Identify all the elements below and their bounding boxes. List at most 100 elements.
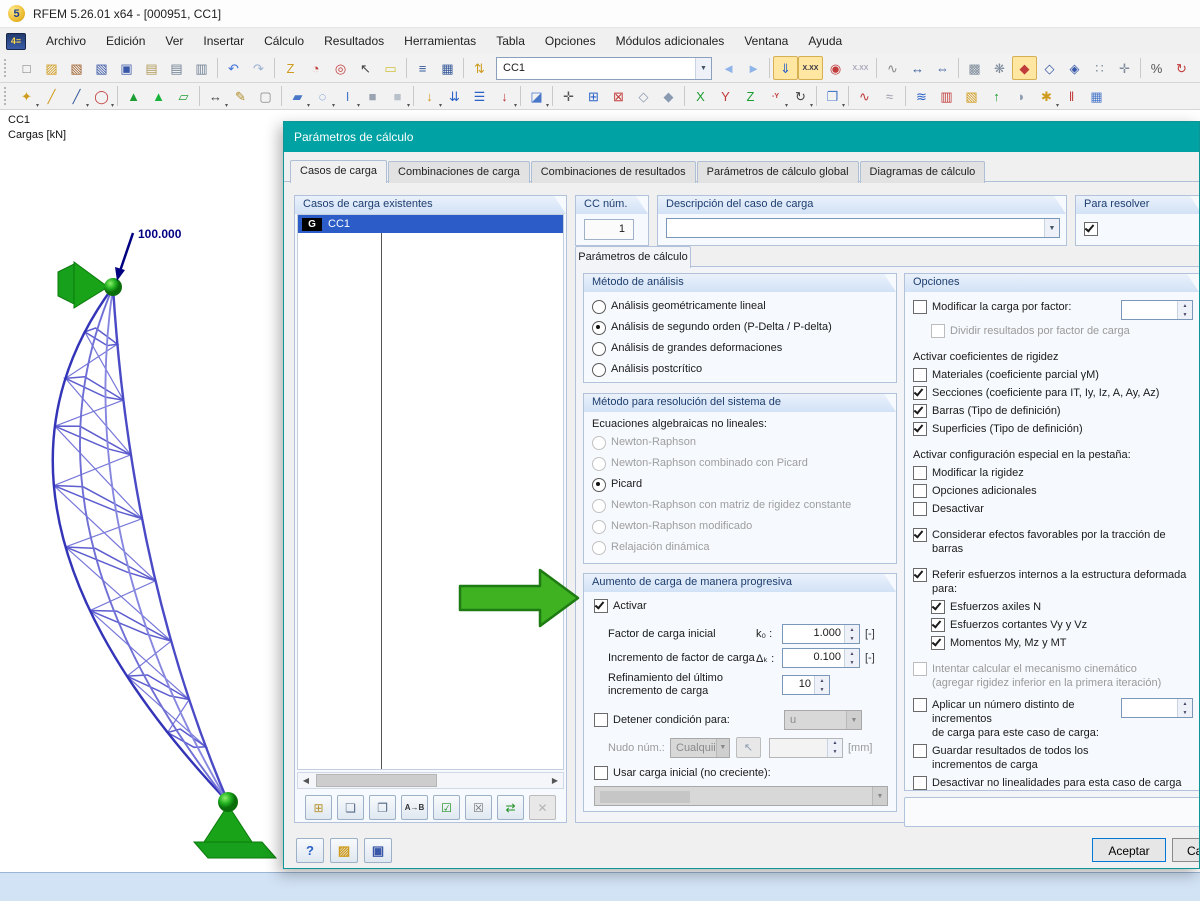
open-model-icon[interactable]: ▨	[39, 56, 64, 80]
select-box-icon[interactable]: ▢	[253, 84, 278, 108]
cc-number-field[interactable]: 1	[584, 219, 634, 240]
deactivate-tab-checkbox[interactable]: Desactivar	[913, 502, 984, 516]
toggle-case-activation-icon[interactable]: ⇄	[497, 795, 524, 820]
new-solid-icon[interactable]: ■	[360, 84, 385, 108]
child-window-icon[interactable]: 4≡	[6, 32, 26, 50]
line-support-icon[interactable]: ▲	[146, 84, 171, 108]
favorable-tension-effects-checkbox[interactable]: Considerar efectos favorables por la tra…	[913, 528, 1193, 556]
tab-casos-de-carga[interactable]: Casos de carga	[290, 160, 388, 183]
work-plane-xz-icon[interactable]: ◈	[1062, 56, 1087, 80]
menu-tabla[interactable]: Tabla	[486, 30, 535, 52]
copy-load-case-to-icon[interactable]: ❐	[369, 795, 396, 820]
menu-ventana[interactable]: Ventana	[734, 30, 798, 52]
navigator-toggle-icon[interactable]: ≡	[410, 56, 435, 80]
scroll-right-icon[interactable]: ▶	[547, 773, 563, 788]
fe-mesh-settings-icon[interactable]: ❋	[987, 56, 1012, 80]
nodal-support-icon[interactable]: ▲	[121, 84, 146, 108]
help-button[interactable]: ?	[296, 838, 324, 863]
dropdown-arrow-icon[interactable]: ▾	[514, 102, 517, 109]
save-model-icon[interactable]: ▣	[114, 56, 139, 80]
rename-load-case-icon[interactable]: A→B	[401, 795, 428, 820]
new-circle-icon[interactable]: ◎	[328, 56, 353, 80]
comment-box[interactable]	[904, 797, 1199, 827]
spinner-arrows-icon[interactable]: ▲ ▼	[814, 676, 829, 694]
menu-ver[interactable]: Ver	[155, 30, 193, 52]
view-z-icon[interactable]: Z	[738, 84, 763, 108]
tab-diagramas-de-calculo[interactable]: Diagramas de cálculo	[859, 161, 986, 183]
results-diagrams-icon[interactable]: ≋	[909, 84, 934, 108]
new-rib-icon[interactable]: I ▾	[335, 84, 360, 110]
new-solid-via-surfaces-icon[interactable]: ■ ▾	[385, 84, 410, 110]
new-arc-icon[interactable]: ◔	[303, 56, 328, 80]
color-panels-icon[interactable]: ▥	[934, 84, 959, 108]
isometric-view-icon[interactable]: ◇	[631, 84, 656, 108]
separate-load-increments-checkbox[interactable]: Aplicar un número distinto de incremento…	[913, 698, 1121, 740]
dimensions-icon[interactable]: ⇔	[930, 56, 955, 80]
new-opening-icon[interactable]: ◌ ▾	[310, 84, 335, 110]
new-polyline-icon[interactable]: Z	[278, 56, 303, 80]
show-loads-icon[interactable]: ⇓	[773, 56, 798, 80]
axial-forces-n-checkbox[interactable]: Esfuerzos axiles N	[931, 600, 1041, 614]
perspective-view-icon[interactable]: ◆	[656, 84, 681, 108]
analysis-large-deformations-radio[interactable]: Análisis de grandes deformaciones	[592, 341, 888, 356]
new-model-icon[interactable]: □	[14, 56, 39, 80]
new-load-case-icon[interactable]: ⊞	[305, 795, 332, 820]
rotate-copy-icon[interactable]: ↻	[1169, 56, 1194, 80]
fe-mesh-icon[interactable]: ▩	[962, 56, 987, 80]
view-minus-y-icon[interactable]: -Y ▾	[763, 84, 788, 110]
members-definition-type-checkbox[interactable]: Barras (Tipo de definición)	[913, 404, 1061, 418]
new-block-icon[interactable]: ▭	[378, 56, 403, 80]
deformed-shape-icon[interactable]: ↑	[984, 84, 1009, 108]
new-surface-icon[interactable]: ▰ ▾	[285, 84, 311, 110]
dropdown-arrow-icon[interactable]: ▾	[111, 102, 114, 109]
initial-load-checkbox[interactable]: Usar carga inicial (no creciente):	[594, 766, 771, 780]
surfaces-definition-type-checkbox[interactable]: Superficies (Tipo de definición)	[913, 422, 1083, 436]
analysis-postcritical-radio[interactable]: Análisis postcrítico	[592, 362, 888, 377]
surface-load-icon[interactable]: ☰	[467, 84, 492, 108]
nodal-load-icon[interactable]: ↓ ▾	[417, 84, 442, 110]
insert-node-icon[interactable]: ✦ ▾	[14, 84, 39, 110]
menu-archivo[interactable]: Archivo	[36, 30, 96, 52]
scrollbar-thumb[interactable]	[316, 774, 438, 787]
tab-combinaciones-de-resultados[interactable]: Combinaciones de resultados	[530, 161, 696, 183]
spinner-arrows-icon[interactable]: ▲ ▼	[844, 625, 859, 643]
dropdown-arrow-icon[interactable]: ▾	[407, 102, 410, 109]
menu-herramientas[interactable]: Herramientas	[394, 30, 486, 52]
show-result-values-icon[interactable]: X.XX	[848, 56, 873, 80]
dropdown-arrow-icon[interactable]: ▾	[810, 102, 813, 109]
view-y-icon[interactable]: Y	[713, 84, 738, 108]
result-values-icon[interactable]: ✱ ▾	[1034, 84, 1059, 110]
show-deformation-icon[interactable]: ∿	[852, 84, 877, 108]
load-case-row-selected[interactable]: G CC1	[298, 215, 563, 233]
member-load-icon[interactable]: ⇊	[442, 84, 467, 108]
result-tables-icon[interactable]: ▦	[1084, 84, 1109, 108]
copy-load-case-icon[interactable]: ❏	[337, 795, 364, 820]
spinner-arrows-icon[interactable]: ▲ ▼	[1177, 699, 1192, 717]
guide-lines-icon[interactable]: ↔	[905, 56, 930, 80]
member-couplings-icon[interactable]: ∿	[880, 56, 905, 80]
surface-support-icon[interactable]: ▱	[171, 84, 196, 108]
cases-horizontal-scrollbar[interactable]: ◀ ▶	[297, 772, 564, 789]
grid-points-icon[interactable]: ∷	[1087, 56, 1112, 80]
deactivate-nonlinearities-checkbox[interactable]: Desactivar no linealidades para esta cas…	[913, 776, 1181, 790]
combo-dropdown-icon[interactable]: ▼	[695, 57, 711, 79]
redo-icon[interactable]: ↷	[246, 56, 271, 80]
load-case-nav-icon[interactable]: ⇅	[467, 56, 492, 80]
combo-dropdown-icon[interactable]: ▼	[1044, 219, 1059, 237]
activate-incremental-checkbox[interactable]: Activar	[594, 599, 647, 613]
panel-toggle-icon[interactable]: ≈	[877, 84, 902, 108]
dropdown-arrow-icon[interactable]: ▾	[546, 102, 549, 109]
snap-settings-icon[interactable]: ✛	[1112, 56, 1137, 80]
load-factor-increment-spinner[interactable]: 0.100 ▲ ▼	[782, 648, 860, 668]
insert-member-icon[interactable]: ╱ ▾	[64, 84, 89, 110]
analysis-second-order-radio[interactable]: Análisis de segundo orden (P-Delta / P-d…	[592, 320, 888, 335]
show-supports-icon[interactable]: ◉	[823, 56, 848, 80]
toolbar-grip[interactable]	[4, 59, 10, 77]
work-plane-icon[interactable]: ◆	[1012, 56, 1037, 80]
undo-icon[interactable]: ↶	[221, 56, 246, 80]
spinner-arrows-icon[interactable]: ▲ ▼	[1177, 301, 1192, 319]
print-icon[interactable]: ▤	[164, 56, 189, 80]
work-plane-xy-icon[interactable]: ◇	[1037, 56, 1062, 80]
tab-parametros-de-calculo-inner[interactable]: Parámetros de cálculo	[575, 246, 691, 268]
modify-stiffness-checkbox[interactable]: Modificar la rigidez	[913, 466, 1024, 480]
